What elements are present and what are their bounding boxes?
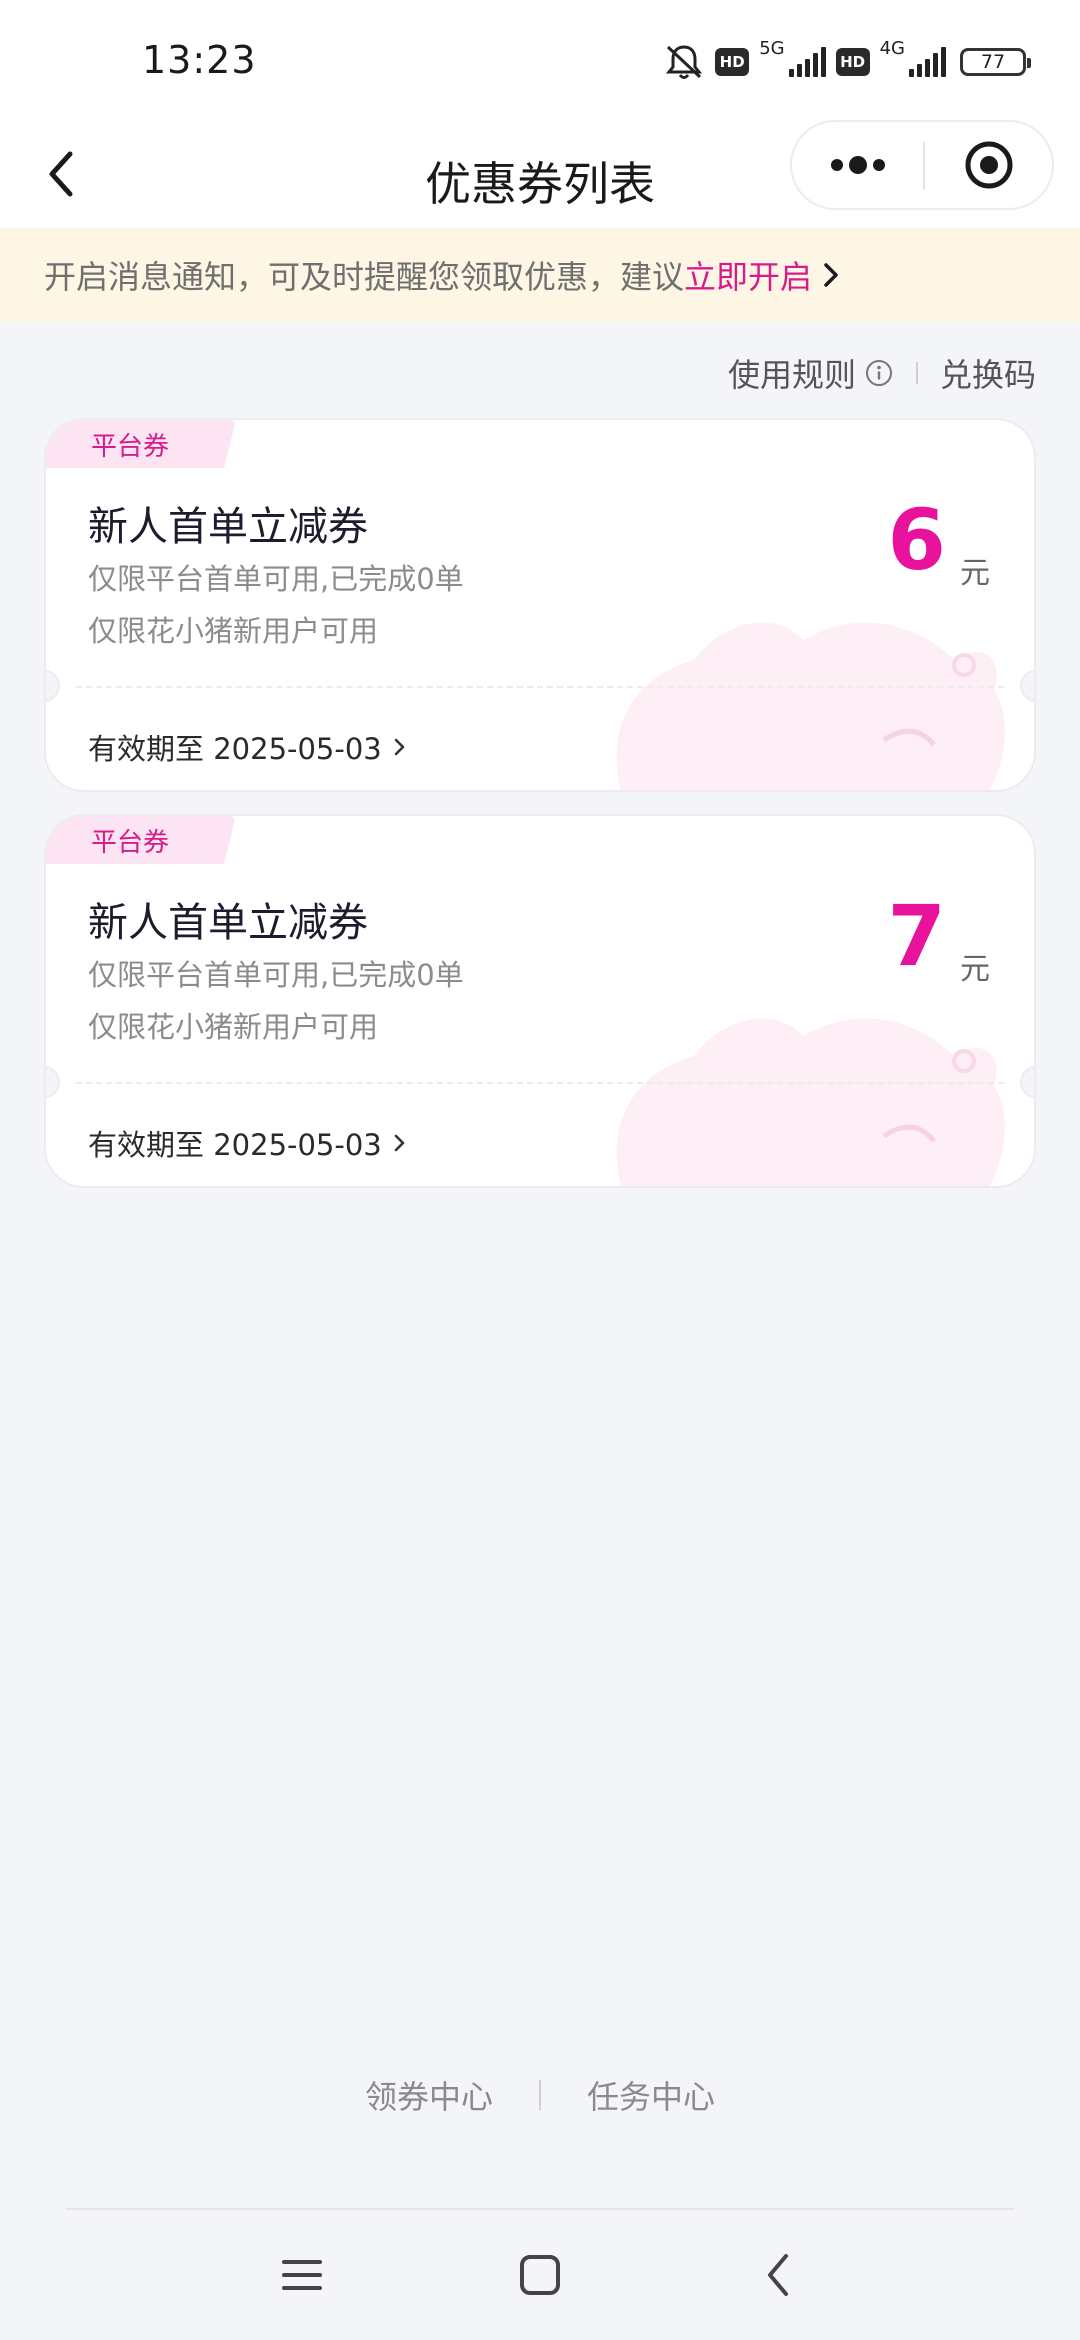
mini-program-capsule [790,120,1054,210]
status-bar: 13:23 HD 5G HD 4G 77 [0,0,1080,120]
coupon-card[interactable]: 平台券 新人首单立减券 仅限平台首单可用,已完成0单 仅限花小猪新用户可用 7 … [44,814,1036,1188]
rules-divider [915,362,918,384]
more-icon[interactable] [792,122,922,208]
nav-bar: 优惠券列表 [0,120,1080,228]
coupon-expiry-link[interactable]: 有效期至 2025-05-03 [88,726,408,768]
status-icons: HD 5G HD 4G 77 [663,38,1031,82]
redeem-code-link[interactable]: 兑换码 [940,350,1036,396]
hd-badge: HD [715,48,750,76]
coupon-unit: 元 [960,556,990,591]
coupon-tag: 平台券 [46,420,214,468]
task-center-link[interactable]: 任务中心 [587,2072,715,2118]
chevron-right-icon [394,1134,405,1152]
system-nav-divider [66,2208,1014,2210]
coupon-divider [76,1082,1004,1084]
coupon-condition: 仅限平台首单可用,已完成0单 [88,958,464,992]
close-target-icon[interactable] [925,122,1053,208]
coupon-tag: 平台券 [46,816,214,864]
menu-icon[interactable] [262,2240,342,2310]
footer-divider [539,2080,541,2110]
coupon-card[interactable]: 平台券 新人首单立减券 仅限平台首单可用,已完成0单 仅限花小猪新用户可用 6 … [44,418,1036,792]
coupon-title: 新人首单立减券 [88,900,368,946]
coupon-divider [76,686,1004,688]
network-type: 5G [759,38,785,59]
usage-rules-link[interactable]: 使用规则 [728,350,856,396]
signal-icon [788,47,826,77]
rules-row: 使用规则 兑换码 [728,350,1036,396]
coupon-expiry-link[interactable]: 有效期至 2025-05-03 [88,1122,408,1164]
coupon-expiry: 有效期至 2025-05-03 [88,732,382,766]
signal-icon [909,47,946,77]
coupon-center-link[interactable]: 领券中心 [365,2072,493,2118]
coupon-amount: 7 [887,887,946,985]
hd-badge: HD [835,48,870,76]
coupon-unit: 元 [960,952,990,987]
status-time: 13:23 [142,38,257,82]
coupon-eligibility: 仅限花小猪新用户可用 [88,1010,379,1044]
notice-text: 开启消息通知，可及时提醒您领取优惠，建议 [44,258,685,296]
coupon-notch [46,1066,60,1098]
battery-icon: 77 [960,48,1031,76]
home-icon[interactable] [500,2240,580,2310]
notification-banner[interactable]: 开启消息通知，可及时提醒您领取优惠，建议 立即开启 [0,228,1080,322]
coupon-eligibility: 仅限花小猪新用户可用 [88,614,379,648]
coupon-notch [46,670,60,702]
pig-watermark-icon [616,1018,1005,1186]
coupon-amount: 6 [887,491,946,589]
footer-links: 领券中心 任务中心 [0,2072,1080,2118]
pig-watermark-icon [616,622,1005,790]
enable-now-link[interactable]: 立即开启 [684,252,812,298]
back-nav-icon[interactable] [738,2240,818,2310]
coupon-title: 新人首单立减券 [88,504,368,550]
chevron-right-icon [394,738,405,756]
chevron-right-icon [824,263,838,287]
info-icon[interactable] [864,358,894,388]
network-type: 4G [879,38,905,59]
bell-off-icon [666,45,703,79]
system-nav-bar [0,2240,1080,2320]
coupon-expiry: 有效期至 2025-05-03 [88,1128,382,1162]
coupon-condition: 仅限平台首单可用,已完成0单 [88,562,464,596]
